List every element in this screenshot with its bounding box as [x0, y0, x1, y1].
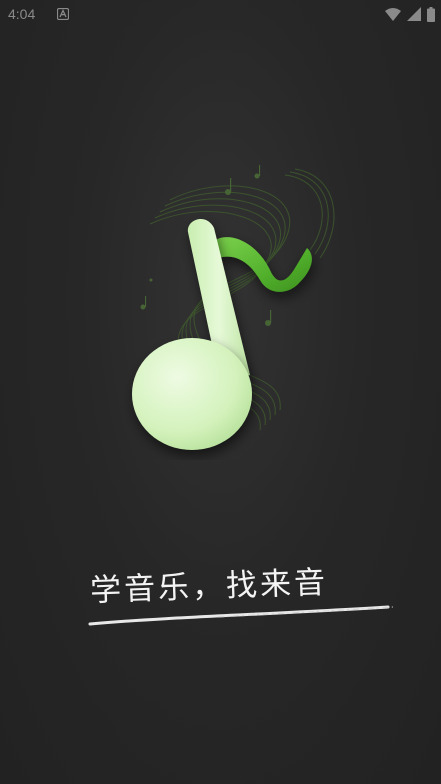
status-bar: 4:04 [0, 0, 441, 30]
app-notification-icon [57, 8, 69, 20]
battery-icon [427, 6, 435, 22]
signal-icon [407, 7, 421, 21]
music-note-icon [132, 165, 335, 450]
status-icons [385, 6, 435, 22]
status-time: 4:04 [8, 6, 36, 22]
slogan-brush-stroke [88, 605, 394, 626]
wifi-icon [385, 8, 401, 21]
